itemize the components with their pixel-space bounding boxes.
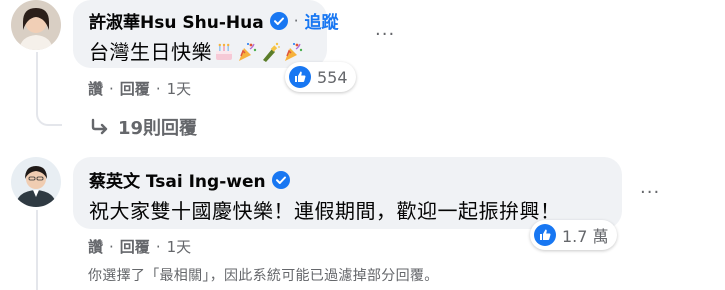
comment-author[interactable]: 許淑華Hsu Shu-Hua	[89, 8, 264, 33]
avatar-hsu-shu-hua[interactable]	[11, 0, 61, 50]
thread-connector	[36, 96, 62, 126]
champagne-emoji	[259, 41, 281, 68]
thumbs-up-icon	[534, 224, 556, 246]
more-options-button[interactable]: ···	[640, 182, 660, 203]
avatar-tsai-ing-wen[interactable]	[11, 157, 61, 207]
reply-button[interactable]: 回覆	[120, 238, 150, 256]
timestamp[interactable]: 1天	[167, 80, 192, 98]
replies-count-label: 19則回覆	[118, 118, 198, 139]
reaction-summary[interactable]: 1.7 萬	[530, 220, 617, 250]
thumbs-up-icon	[289, 66, 311, 88]
reaction-count: 554	[317, 67, 348, 87]
verified-badge-icon	[271, 170, 290, 189]
filter-notice: 你選擇了「最相關」，因此系統可能已過濾掉部分回覆。	[88, 268, 439, 284]
comment-bubble: 許淑華Hsu Shu-Hua · 追蹤 台灣生日快樂	[73, 0, 338, 68]
cake-emoji	[213, 41, 235, 68]
reaction-count: 1.7 萬	[562, 227, 609, 246]
separator-dot: ·	[155, 80, 161, 98]
reply-button[interactable]: 回覆	[120, 80, 150, 98]
like-button[interactable]: 讚	[88, 238, 103, 256]
follow-button[interactable]: 追蹤	[304, 8, 338, 33]
comment-text: 台灣生日快樂	[89, 40, 212, 64]
more-options-button[interactable]: ···	[375, 24, 395, 45]
thread-line	[36, 210, 38, 290]
reaction-summary[interactable]: 554	[285, 62, 356, 92]
thread-line	[36, 52, 38, 98]
view-replies-button[interactable]: 19則回覆	[90, 114, 197, 140]
separator-dot: ·	[155, 238, 161, 256]
comment-author[interactable]: 蔡英文 Tsai Ing-wen	[89, 167, 266, 192]
comment-bubble: 蔡英文 Tsai Ing-wen 祝大家雙十國慶快樂！連假期間，歡迎一起振拚興！	[73, 157, 622, 229]
timestamp[interactable]: 1天	[167, 238, 192, 256]
verified-badge-icon	[269, 11, 288, 30]
party-popper-emoji	[236, 41, 258, 68]
separator-dot: ·	[109, 238, 114, 256]
separator-dot: ·	[109, 80, 114, 98]
like-button[interactable]: 讚	[88, 80, 103, 98]
separator-dot: ·	[293, 11, 299, 30]
reply-arrow-icon	[91, 118, 108, 135]
comment-text: 祝大家雙十國慶快樂！連假期間，歡迎一起振拚興！	[89, 199, 561, 223]
